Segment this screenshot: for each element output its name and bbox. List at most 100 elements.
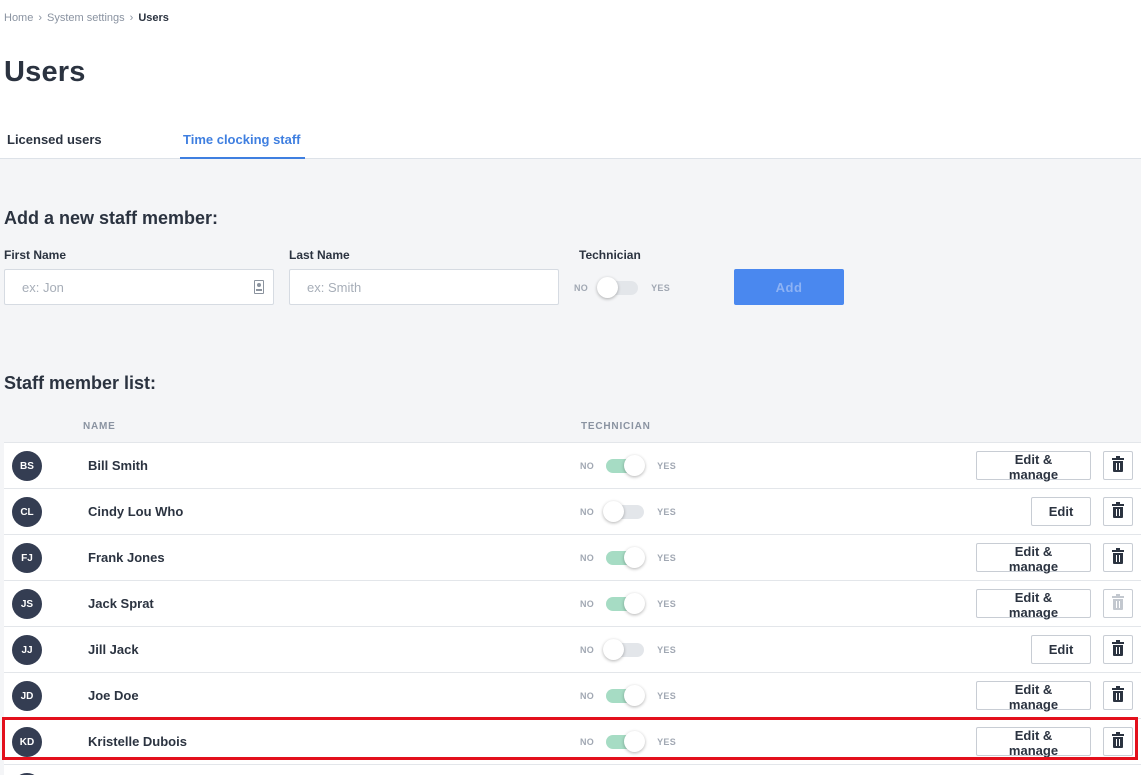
technician-toggle-group: NO YES — [580, 685, 677, 706]
trash-lid — [1112, 732, 1124, 736]
trash-can — [1113, 645, 1123, 656]
toggle-no-label: NO — [574, 283, 589, 293]
tab-licensed-users[interactable]: Licensed users — [7, 122, 102, 159]
avatar: FJ — [12, 543, 42, 573]
trash-icon — [1112, 502, 1124, 519]
technician-toggle-group: NO YES — [580, 639, 677, 660]
edit-button[interactable]: Edit — [1031, 635, 1091, 664]
technician-toggle[interactable] — [606, 455, 646, 476]
technician-toggle[interactable] — [606, 547, 646, 568]
trash-lid — [1112, 548, 1124, 552]
trash-icon — [1112, 548, 1124, 565]
avatar: JJ — [12, 635, 42, 665]
avatar: BS — [12, 451, 42, 481]
technician-toggle[interactable] — [603, 639, 645, 660]
technician-toggle-group: NO YES — [574, 277, 671, 298]
contact-card-icon — [254, 280, 264, 294]
edit-manage-button[interactable]: Edit & manage — [976, 589, 1091, 620]
staff-name: Jill Jack — [88, 642, 139, 657]
delete-button[interactable] — [1103, 451, 1133, 480]
table-row: JJ Jill Jack NO YES Edit — [4, 626, 1141, 672]
add-button[interactable]: Add — [734, 269, 844, 305]
trash-lid — [1112, 502, 1124, 506]
edit-button[interactable]: Edit — [1031, 497, 1091, 526]
breadcrumb-home[interactable]: Home — [4, 12, 33, 24]
delete-button[interactable] — [1103, 543, 1133, 572]
table-row: FJ Frank Jones NO YES Edit & manage — [4, 534, 1141, 580]
toggle-yes-label: YES — [657, 507, 677, 517]
technician-toggle[interactable] — [603, 501, 645, 522]
staff-list-title: Staff member list: — [4, 373, 157, 393]
column-header-technician: TECHNICIAN — [581, 421, 651, 432]
last-name-input[interactable] — [289, 269, 559, 305]
avatar: CL — [12, 497, 42, 527]
add-staff-title: Add a new staff member: — [4, 208, 219, 228]
toggle-no-label: NO — [580, 461, 595, 471]
trash-can — [1113, 599, 1123, 610]
last-name-label: Last Name — [289, 248, 350, 262]
staff-name: Cindy Lou Who — [88, 504, 184, 519]
toggle-knob — [624, 731, 646, 752]
staff-name: Bill Smith — [88, 458, 148, 473]
tab-time-clocking-staff[interactable]: Time clocking staff — [180, 122, 305, 159]
first-name-label: First Name — [4, 248, 67, 262]
toggle-yes-label: YES — [657, 737, 677, 747]
delete-button[interactable] — [1103, 681, 1133, 710]
trash-icon — [1112, 732, 1124, 749]
technician-toggle[interactable] — [606, 685, 646, 706]
toggle-yes-label: YES — [651, 283, 671, 293]
table-row: JD Joe Doe NO YES Edit & manage — [4, 672, 1141, 718]
toggle-knob — [624, 455, 646, 476]
trash-icon — [1112, 640, 1124, 657]
breadcrumb-current: Users — [138, 12, 169, 24]
technician-toggle[interactable] — [606, 593, 646, 614]
toggle-knob — [624, 593, 646, 614]
avatar: KD — [12, 727, 42, 757]
avatar: JS — [12, 589, 42, 619]
table-row: KD Kristelle Dubois NO YES Edit & manage — [4, 718, 1141, 764]
toggle-knob — [624, 547, 646, 568]
staff-name: Jack Sprat — [88, 596, 154, 611]
table-row: CL Cindy Lou Who NO YES Edit — [4, 488, 1141, 534]
toggle-no-label: NO — [580, 645, 595, 655]
technician-toggle-group: NO YES — [580, 547, 677, 568]
delete-button[interactable] — [1103, 727, 1133, 756]
avatar: JD — [12, 681, 42, 711]
edit-manage-button[interactable]: Edit & manage — [976, 451, 1091, 482]
edit-manage-button[interactable]: Edit & manage — [976, 727, 1091, 758]
technician-toggle[interactable] — [597, 277, 639, 298]
trash-lid — [1112, 456, 1124, 460]
toggle-knob — [603, 639, 625, 660]
technician-toggle-group: NO YES — [580, 731, 677, 752]
toggle-no-label: NO — [580, 553, 595, 563]
trash-icon — [1112, 686, 1124, 703]
first-name-input[interactable] — [4, 269, 274, 305]
toggle-knob — [624, 685, 646, 706]
table-row — [4, 764, 1141, 775]
staff-name: Joe Doe — [88, 688, 139, 703]
delete-button[interactable] — [1103, 497, 1133, 526]
tab-bar: Licensed users Time clocking staff — [0, 122, 1141, 159]
column-header-name: NAME — [83, 421, 116, 432]
breadcrumb: Home › System settings › Users — [4, 12, 169, 24]
technician-toggle-group: NO YES — [580, 455, 676, 476]
technician-toggle-group: NO YES — [580, 501, 677, 522]
edit-manage-button[interactable]: Edit & manage — [976, 681, 1091, 712]
toggle-yes-label: YES — [657, 645, 677, 655]
breadcrumb-system-settings[interactable]: System settings — [47, 12, 125, 24]
edit-manage-button[interactable]: Edit & manage — [976, 543, 1091, 574]
toggle-yes-label: YES — [657, 553, 677, 563]
staff-list: BS Bill Smith NO YES Edit & manage CL Cindy Lo… — [4, 442, 1141, 775]
trash-can — [1113, 461, 1123, 472]
trash-lid — [1112, 686, 1124, 690]
toggle-no-label: NO — [580, 691, 595, 701]
technician-toggle[interactable] — [606, 731, 646, 752]
toggle-yes-label: YES — [657, 599, 677, 609]
toggle-no-label: NO — [580, 737, 595, 747]
toggle-yes-label: YES — [657, 691, 677, 701]
toggle-no-label: NO — [580, 507, 595, 517]
delete-button[interactable] — [1103, 635, 1133, 664]
delete-button — [1103, 589, 1133, 618]
trash-icon — [1112, 456, 1124, 473]
table-row: JS Jack Sprat NO YES Edit & manage — [4, 580, 1141, 626]
